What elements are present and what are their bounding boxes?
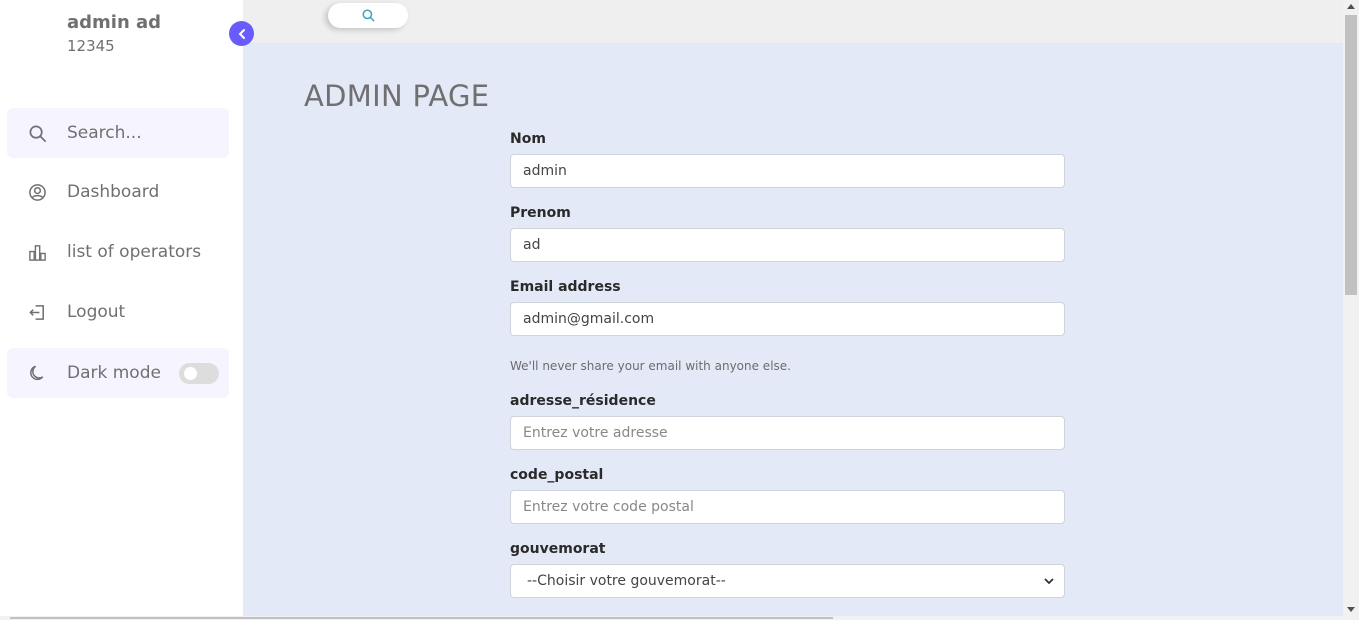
user-name: admin ad [67,12,162,33]
dark-mode-row: Dark mode [7,348,229,398]
email-value: admin@gmail.com [523,311,655,327]
adresse-field[interactable]: Entrez votre adresse [510,416,1065,450]
dark-mode-toggle[interactable] [179,363,219,384]
sidebar-item-dashboard[interactable]: Dashboard [7,167,229,217]
email-field[interactable]: admin@gmail.com [510,302,1065,336]
nom-field[interactable]: admin [510,154,1065,188]
sidebar-search[interactable]: Search... [7,108,229,158]
email-hint: We'll never share your email with anyone… [510,359,791,373]
search-icon [7,108,67,158]
topbar [243,0,1343,43]
sidebar-item-logout[interactable]: Logout [7,287,229,337]
prenom-value: ad [523,237,541,253]
search-icon [362,9,374,22]
moon-icon [7,348,67,398]
sidebar-item-operators[interactable]: list of operators [7,227,229,277]
prenom-label: Prenom [510,205,571,221]
bar-chart-icon [7,227,67,277]
topbar-search-button[interactable] [328,3,408,28]
user-id: 12345 [67,37,115,55]
toggle-knob [184,367,197,380]
scroll-up-arrow-icon[interactable] [1347,4,1355,9]
code-postal-label: code_postal [510,467,604,483]
sidebar: admin ad 12345 Search... Dashboard list … [0,0,243,620]
scrollbar-thumb[interactable] [10,617,833,619]
email-label: Email address [510,279,621,295]
prenom-field[interactable]: ad [510,228,1065,262]
sidebar-item-label: Dashboard [67,182,160,202]
gouvernorat-label: gouvemorat [510,541,606,557]
gouvernorat-select[interactable]: --Choisir votre gouvemorat-- [510,564,1065,598]
dark-mode-label: Dark mode [67,363,161,383]
vertical-scrollbar[interactable] [1343,0,1359,620]
nom-label: Nom [510,131,546,147]
adresse-label: adresse_résidence [510,393,656,409]
adresse-placeholder: Entrez votre adresse [523,425,668,441]
gouvernorat-selected: --Choisir votre gouvemorat-- [527,573,726,589]
sidebar-item-label: Logout [67,302,126,322]
sidebar-item-label: list of operators [67,242,202,262]
horizontal-scrollbar[interactable] [0,616,1343,620]
logout-icon [7,287,67,337]
code-postal-field[interactable]: Entrez votre code postal [510,490,1065,524]
page-title: ADMIN PAGE [304,79,490,113]
nom-value: admin [523,163,567,179]
scroll-down-arrow-icon[interactable] [1347,607,1355,612]
user-circle-icon [7,167,67,217]
scrollbar-thumb[interactable] [1345,15,1357,295]
sidebar-collapse-button[interactable] [229,21,254,46]
sidebar-search-label: Search... [67,123,142,143]
chevron-left-icon [238,28,245,39]
code-postal-placeholder: Entrez votre code postal [523,499,694,515]
chevron-down-icon [1044,578,1054,585]
